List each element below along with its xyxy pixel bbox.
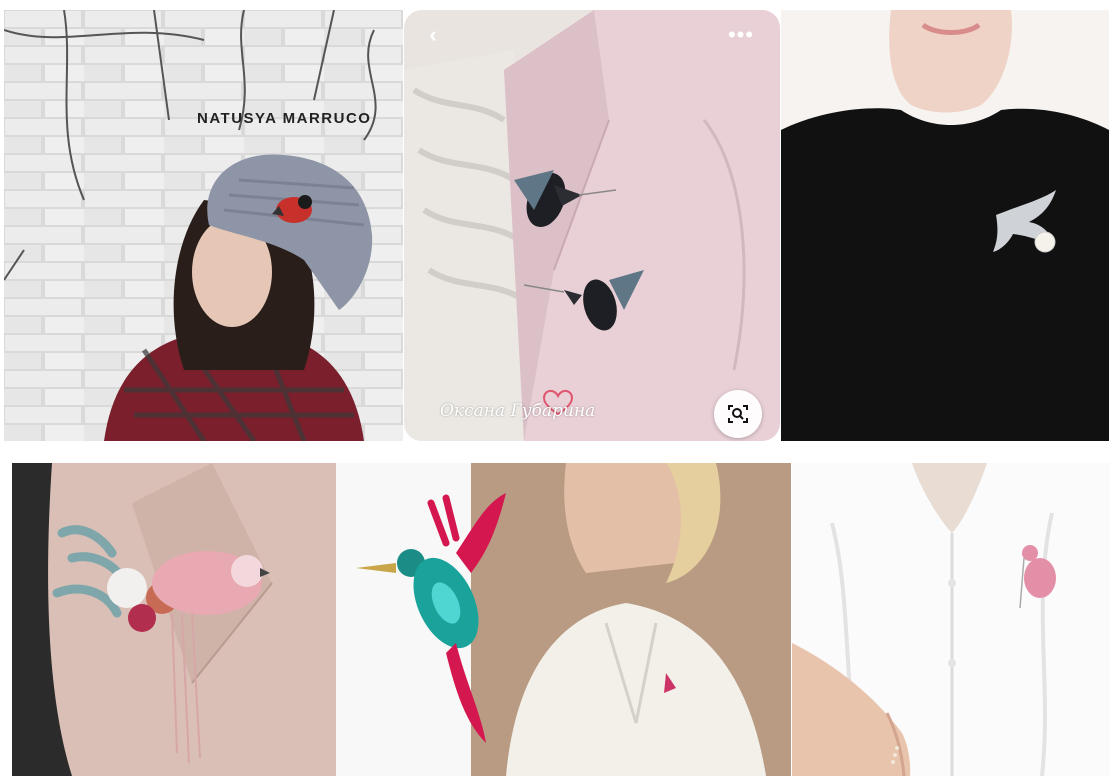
more-horizontal-icon: ••• [727, 22, 755, 47]
more-options-button[interactable]: ••• [726, 22, 756, 47]
photo-swallow-brooch [781, 10, 1109, 441]
photo-crystal-hummingbird [336, 463, 791, 776]
pin-image-flamingo-brooch[interactable] [792, 463, 1110, 776]
photo-hummingbird-blazer [404, 10, 780, 441]
pin-image-hummingbird-blazer[interactable]: Оксана Губарина ‹ ••• [404, 10, 780, 441]
visual-search-icon [728, 405, 748, 423]
pin-image-swallow-brooch[interactable] [781, 10, 1109, 441]
back-button[interactable]: ‹ [420, 22, 446, 48]
pin-image-beaded-bird[interactable] [12, 463, 336, 776]
photo-flamingo-brooch [792, 463, 1110, 776]
photo-beaded-bird [12, 463, 336, 776]
artist-signature: Оксана Губарина [440, 401, 596, 421]
brand-watermark: NATUSYA MARRUCO [197, 110, 372, 127]
photo-knit-hat [4, 10, 403, 441]
pin-image-knit-hat-brooch[interactable]: NATUSYA MARRUCO [4, 10, 403, 441]
pin-image-crystal-hummingbird[interactable] [336, 463, 791, 776]
visual-search-button[interactable] [714, 390, 762, 438]
chevron-left-icon: ‹ [429, 22, 437, 47]
